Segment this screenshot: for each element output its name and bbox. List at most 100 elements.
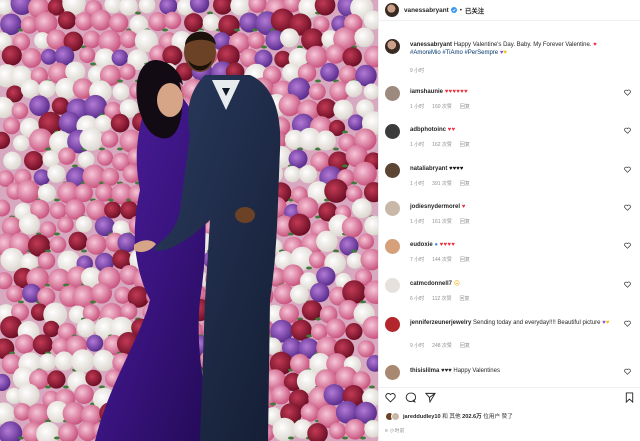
leaf xyxy=(270,402,276,406)
leaf xyxy=(45,249,51,253)
share-paper-plane-icon[interactable] xyxy=(425,392,436,403)
commenter-avatar[interactable] xyxy=(385,86,400,101)
verified-badge-icon xyxy=(450,7,457,13)
flower xyxy=(316,230,338,253)
caption-avatar[interactable] xyxy=(385,39,400,54)
flower xyxy=(346,252,363,269)
comment-bubble-icon[interactable] xyxy=(405,392,416,403)
leaf xyxy=(333,147,339,151)
yellow-heart-emoji-icon: ♥ xyxy=(605,320,610,326)
leaf xyxy=(315,317,321,321)
post-header: vanessabryant • 已关注 xyxy=(379,0,640,21)
commenter-avatar[interactable] xyxy=(385,124,400,139)
comments-list[interactable]: vanessabryant Happy Valentine's Day. Bab… xyxy=(379,25,640,387)
couple-photo-image xyxy=(0,0,378,441)
comment-reply-button[interactable]: 回复 xyxy=(460,181,470,187)
leaf xyxy=(351,181,357,185)
leaf xyxy=(45,147,51,151)
author-username[interactable]: vanessabryant xyxy=(404,7,449,14)
comment-username[interactable]: eudoxie xyxy=(410,242,433,248)
commenter-avatar[interactable] xyxy=(385,365,400,380)
caption-hashtags[interactable]: #AmoreMio #TiAmo #PerSempre xyxy=(410,50,498,56)
comment-text: ♥♥♥♥ xyxy=(439,242,456,248)
flower xyxy=(0,13,22,36)
likes-others-label: 其他 xyxy=(449,414,461,420)
commenter-avatar[interactable] xyxy=(385,163,400,178)
comment-username[interactable]: nataliabryant xyxy=(410,166,447,172)
flower xyxy=(21,48,42,68)
comment-reply-button[interactable]: 回复 xyxy=(460,343,470,349)
flower xyxy=(0,247,25,272)
leaf xyxy=(360,436,366,440)
flower xyxy=(344,418,366,440)
comment-reply-button[interactable]: 回复 xyxy=(460,296,470,302)
likes-summary[interactable]: jareddudley10 和 其他 202.6万 位用户 赞了 xyxy=(385,410,640,422)
flower xyxy=(49,236,67,253)
flower xyxy=(108,13,129,33)
like-comment-heart-icon[interactable] xyxy=(624,166,631,173)
like-comment-heart-icon[interactable] xyxy=(624,320,631,327)
liker-username[interactable]: jareddudley10 xyxy=(403,414,441,420)
like-comment-heart-icon[interactable] xyxy=(624,89,631,96)
comment-username[interactable]: adbphotoinc xyxy=(410,127,446,133)
comment-reply-button[interactable]: 回复 xyxy=(460,257,470,263)
comment-username[interactable]: catmcdonnell7 xyxy=(410,281,452,287)
like-comment-heart-icon[interactable] xyxy=(624,368,631,375)
flower xyxy=(300,403,320,422)
flower xyxy=(284,165,301,183)
author-avatar[interactable] xyxy=(385,3,399,17)
commenter-avatar[interactable] xyxy=(385,278,400,293)
comment-likes[interactable]: 248 次赞 xyxy=(432,343,452,349)
comment-likes[interactable]: 144 次赞 xyxy=(432,257,452,263)
comment-text: ♥♥♥♥ xyxy=(449,166,464,172)
comment-username[interactable]: jodiesnydermorel xyxy=(410,204,460,210)
flower xyxy=(32,334,53,355)
flower xyxy=(325,44,346,64)
post-timestamp[interactable]: 9 小时前 xyxy=(385,427,405,434)
comment-time: 1 小时 xyxy=(410,219,425,225)
comment-username[interactable]: iamshaunie xyxy=(410,89,443,95)
flower xyxy=(74,12,94,31)
flower xyxy=(75,216,93,233)
comment-text: ♥♥♥ Happy Valentines xyxy=(441,368,500,374)
comment-likes[interactable]: 160 次赞 xyxy=(432,104,452,110)
like-heart-icon[interactable] xyxy=(385,392,396,403)
leaf xyxy=(360,300,366,304)
flower xyxy=(308,83,326,101)
commenter-avatar[interactable] xyxy=(385,317,400,332)
comment-reply-button[interactable]: 回复 xyxy=(460,104,470,110)
comment-likes[interactable]: 162 次赞 xyxy=(432,142,452,148)
leaf xyxy=(315,79,321,83)
save-bookmark-icon[interactable] xyxy=(624,392,635,403)
caption-username[interactable]: vanessabryant xyxy=(410,42,452,48)
flower xyxy=(301,300,323,321)
comment-username[interactable]: thisislilma xyxy=(410,368,439,374)
leaf xyxy=(117,79,123,83)
likes-count[interactable]: 202.6万 xyxy=(462,414,482,420)
comment-likes[interactable]: 391 次赞 xyxy=(432,181,452,187)
flower xyxy=(320,62,339,82)
instagram-post: vanessabryant • 已关注 vanessabryant Happy … xyxy=(0,0,640,441)
like-comment-heart-icon[interactable] xyxy=(624,204,631,211)
comment-reply-button[interactable]: 回复 xyxy=(460,142,470,148)
flower xyxy=(37,183,56,203)
flower xyxy=(79,46,96,64)
comment-username[interactable]: jenniferzeunerjewelry xyxy=(410,320,471,326)
leaf xyxy=(54,198,60,202)
commenter-avatar[interactable] xyxy=(385,239,400,254)
post-action-bar xyxy=(379,387,640,409)
following-button[interactable]: 已关注 xyxy=(465,6,484,15)
comment-likes[interactable]: 161 次赞 xyxy=(432,219,452,225)
comment-time: 9 小时 xyxy=(410,343,425,349)
flower xyxy=(23,150,44,171)
flower xyxy=(325,318,346,339)
commenter-avatar[interactable] xyxy=(385,201,400,216)
comment-likes[interactable]: 112 次赞 xyxy=(432,296,451,302)
like-comment-heart-icon[interactable] xyxy=(624,242,631,249)
caption-text: Happy Valentine's Day. Baby. My Forever … xyxy=(453,42,592,48)
leaf xyxy=(54,232,60,236)
comment-reply-button[interactable]: 回复 xyxy=(460,219,470,225)
like-comment-heart-icon[interactable] xyxy=(624,127,631,134)
post-photo[interactable] xyxy=(0,0,378,441)
like-comment-heart-icon[interactable] xyxy=(624,281,631,288)
